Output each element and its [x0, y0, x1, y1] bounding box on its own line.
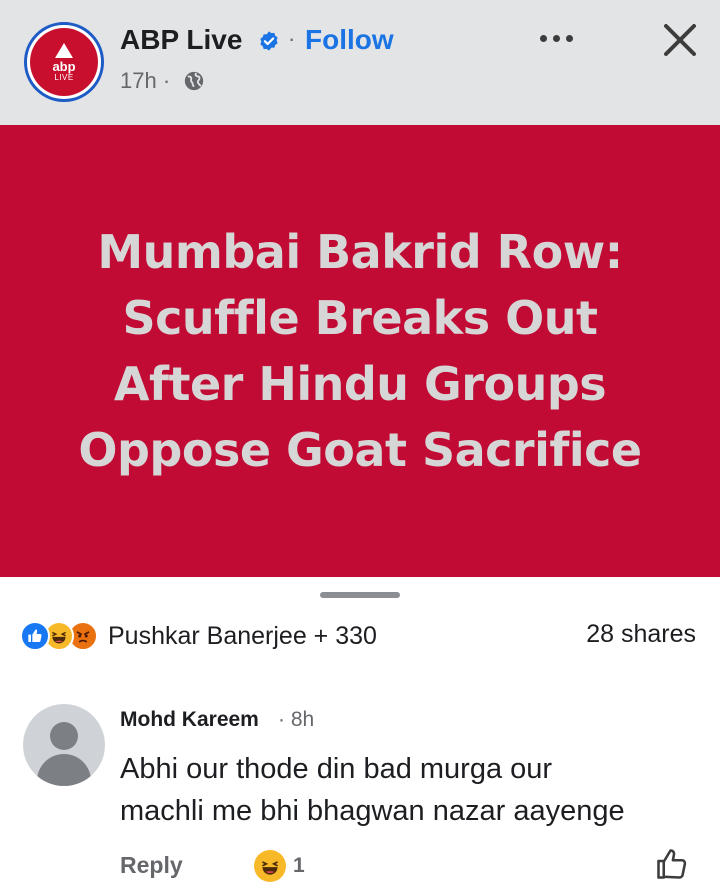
logo-subtext: LIVE	[54, 72, 74, 82]
more-options-icon[interactable]	[540, 28, 582, 48]
comment-line: Abhi our thode din bad murga our	[120, 753, 553, 785]
separator-dot: ·	[288, 26, 296, 51]
comment-reaction-count: 1	[293, 854, 305, 877]
comment-line: machli me bhi bhagwan nazar aayenge	[120, 795, 625, 827]
comment-haha-reaction-icon[interactable]	[254, 850, 286, 882]
logo-text: abp	[52, 58, 76, 74]
page-name[interactable]: ABP Live	[120, 24, 242, 56]
close-icon[interactable]	[660, 20, 700, 60]
page-avatar[interactable]: abp LIVE	[24, 22, 104, 102]
verified-badge-icon	[260, 31, 278, 51]
headline-line: After Hindu Groups	[113, 357, 607, 411]
avatar-placeholder-icon	[50, 722, 78, 750]
post-timestamp[interactable]: 17h ·	[120, 68, 170, 94]
shares-count[interactable]: 28 shares	[586, 620, 696, 649]
globe-icon	[184, 71, 204, 91]
headline-line: Mumbai Bakrid Row:	[97, 225, 623, 279]
like-thumb-icon[interactable]	[654, 846, 690, 882]
post-image[interactable]: Mumbai Bakrid Row: Scuffle Breaks Out Af…	[0, 125, 720, 577]
follow-button[interactable]: Follow	[305, 24, 394, 56]
headline-line: Oppose Goat Sacrifice	[78, 423, 642, 477]
logo-triangle-icon	[55, 42, 73, 58]
reaction-summary[interactable]: Pushkar Banerjee + 330	[20, 618, 377, 654]
post-header: abp LIVE ABP Live · Follow 17h ·	[0, 0, 720, 125]
headline-line: Scuffle Breaks Out	[122, 291, 598, 345]
like-reaction-icon	[20, 621, 50, 651]
comment-text: Abhi our thode din bad murga our machli …	[120, 748, 700, 832]
reactors-text[interactable]: Pushkar Banerjee + 330	[108, 622, 377, 651]
drag-handle[interactable]	[320, 592, 400, 598]
abp-live-logo: abp LIVE	[30, 28, 98, 96]
post-headline: Mumbai Bakrid Row: Scuffle Breaks Out Af…	[40, 219, 680, 483]
comment-author[interactable]: Mohd Kareem	[120, 708, 259, 732]
commenter-avatar[interactable]	[23, 704, 105, 786]
comment-time: · 8h	[278, 708, 315, 731]
reply-button[interactable]: Reply	[120, 852, 183, 879]
